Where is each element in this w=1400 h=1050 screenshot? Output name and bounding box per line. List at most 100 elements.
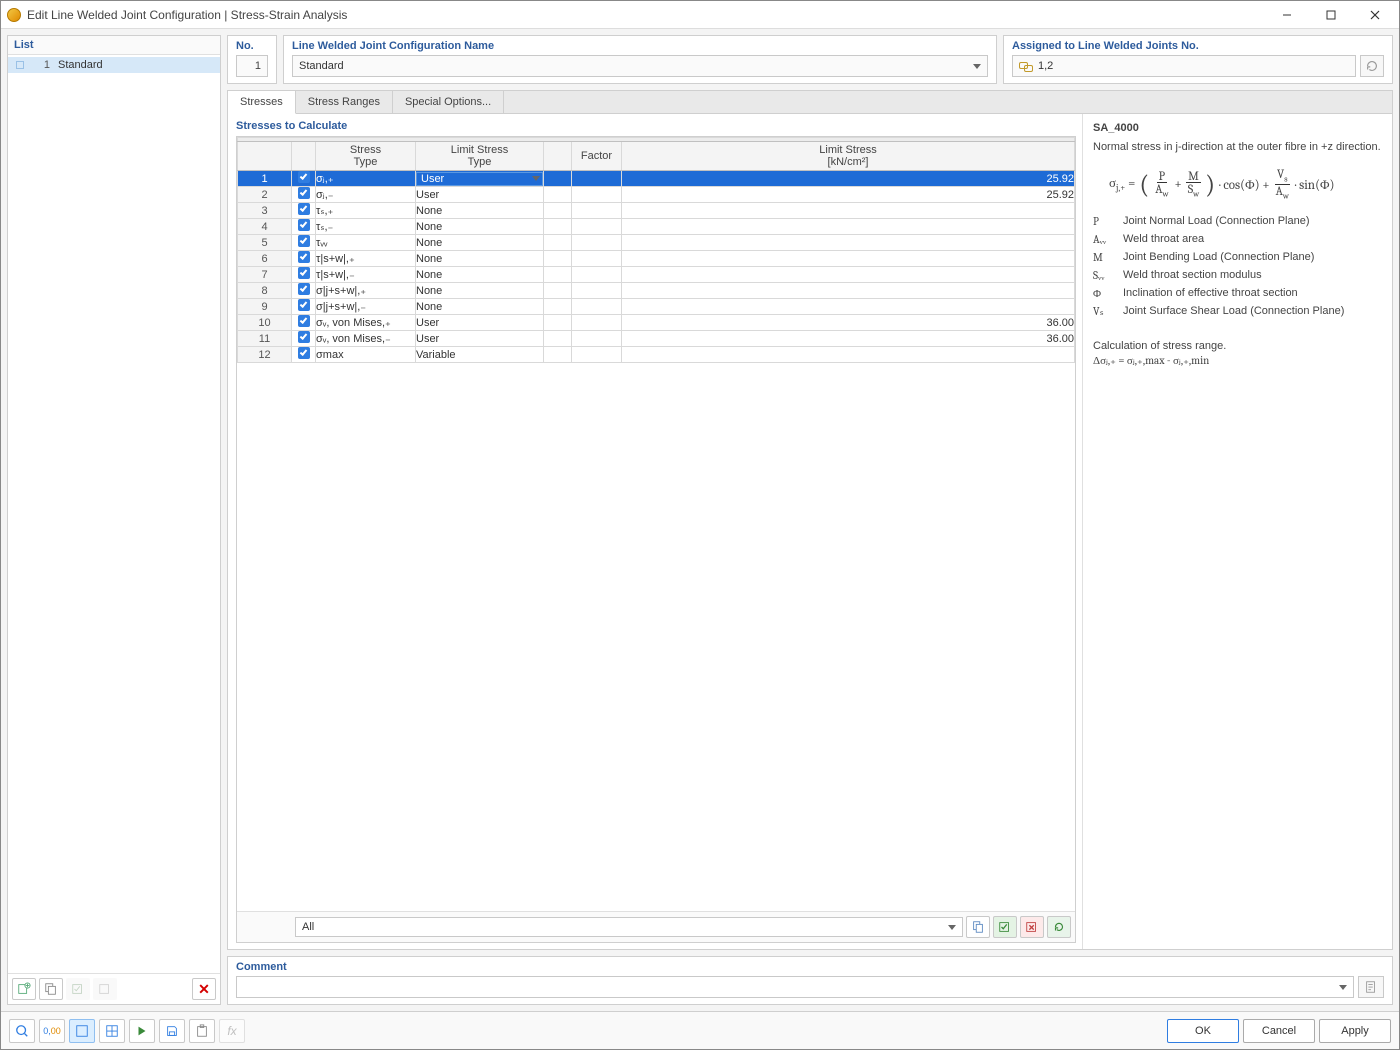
row-check-cell[interactable] <box>292 299 316 315</box>
table-row[interactable]: 3τₛ,₊None <box>238 203 1075 219</box>
delete-config-button[interactable]: ✕ <box>192 978 216 1000</box>
table-row[interactable]: 1σⱼ,₊User25.92 <box>238 171 1075 187</box>
table-row[interactable]: 8σ|j+s+w|,₊None <box>238 283 1075 299</box>
factor-cell[interactable] <box>572 251 622 267</box>
maximize-button[interactable] <box>1309 2 1353 28</box>
comment-edit-button[interactable] <box>1358 976 1384 998</box>
row-check-cell[interactable] <box>292 219 316 235</box>
footer-view2-button[interactable] <box>99 1019 125 1043</box>
factor-cell[interactable] <box>572 203 622 219</box>
factor-cell[interactable] <box>572 171 622 187</box>
stresses-grid[interactable]: Stress Type Limit Stress Type Factor Lim… <box>237 137 1075 911</box>
limit-type-cell[interactable]: None <box>416 267 544 283</box>
footer-help-button[interactable] <box>9 1019 35 1043</box>
limit-stress-cell[interactable] <box>622 299 1075 315</box>
factor-cell[interactable] <box>572 315 622 331</box>
row-check-cell[interactable] <box>292 235 316 251</box>
footer-run-button[interactable] <box>129 1019 155 1043</box>
stress-type-cell[interactable]: τᵥᵥ <box>316 235 416 251</box>
limit-type-cell[interactable]: None <box>416 251 544 267</box>
limit-type-cell[interactable]: None <box>416 203 544 219</box>
stress-type-cell[interactable]: σmax <box>316 347 416 363</box>
limit-stress-cell[interactable] <box>622 283 1075 299</box>
limit-stress-cell[interactable] <box>622 267 1075 283</box>
row-check-cell[interactable] <box>292 267 316 283</box>
row-check-cell[interactable] <box>292 187 316 203</box>
stress-type-cell[interactable]: τₛ,₊ <box>316 203 416 219</box>
stress-type-cell[interactable]: σ|j+s+w|,₋ <box>316 299 416 315</box>
comment-dropdown[interactable] <box>236 976 1354 998</box>
table-row[interactable]: 7τ|s+w|,₋None <box>238 267 1075 283</box>
factor-cell[interactable] <box>572 331 622 347</box>
factor-cell[interactable] <box>572 267 622 283</box>
stress-type-cell[interactable]: τ|s+w|,₋ <box>316 267 416 283</box>
stress-type-cell[interactable]: σᵥ, von Mises,₋ <box>316 331 416 347</box>
row-check-cell[interactable] <box>292 331 316 347</box>
row-check-cell[interactable] <box>292 283 316 299</box>
limit-type-dropdown[interactable]: User <box>416 172 543 186</box>
factor-cell[interactable] <box>572 347 622 363</box>
grid-filter-dropdown[interactable]: All <box>295 917 963 937</box>
footer-clipboard-button[interactable] <box>189 1019 215 1043</box>
limit-type-cell[interactable]: User <box>416 331 544 347</box>
row-check-cell[interactable] <box>292 347 316 363</box>
limit-type-cell[interactable]: User <box>416 315 544 331</box>
table-row[interactable]: 5τᵥᵥNone <box>238 235 1075 251</box>
stress-type-cell[interactable]: σⱼ,₊ <box>316 171 416 187</box>
limit-stress-cell[interactable]: 36.00 <box>622 331 1075 347</box>
factor-cell[interactable] <box>572 283 622 299</box>
footer-view1-button[interactable] <box>69 1019 95 1043</box>
stress-type-cell[interactable]: τₛ,₋ <box>316 219 416 235</box>
limit-type-cell[interactable]: User <box>416 187 544 203</box>
stress-type-cell[interactable]: τ|s+w|,₊ <box>316 251 416 267</box>
grid-reset-button[interactable] <box>1047 916 1071 938</box>
copy-config-button[interactable] <box>39 978 63 1000</box>
number-field[interactable]: 1 <box>236 55 268 77</box>
row-check-cell[interactable] <box>292 315 316 331</box>
check-all-button[interactable] <box>66 978 90 1000</box>
grid-copy-button[interactable] <box>966 916 990 938</box>
tab-stresses[interactable]: Stresses <box>228 91 296 114</box>
tab-special-options[interactable]: Special Options... <box>393 91 504 113</box>
assigned-field[interactable]: 1,2 <box>1012 55 1356 77</box>
footer-save-button[interactable] <box>159 1019 185 1043</box>
apply-button[interactable]: Apply <box>1319 1019 1391 1043</box>
table-row[interactable]: 2σⱼ,₋User25.92 <box>238 187 1075 203</box>
stress-type-cell[interactable]: σⱼ,₋ <box>316 187 416 203</box>
limit-type-cell[interactable]: None <box>416 219 544 235</box>
table-row[interactable]: 12σmaxVariable <box>238 347 1075 363</box>
limit-type-cell[interactable]: Variable <box>416 347 544 363</box>
limit-type-cell[interactable]: None <box>416 283 544 299</box>
limit-stress-cell[interactable]: 25.92 <box>622 171 1075 187</box>
table-row[interactable]: 10σᵥ, von Mises,₊User36.00 <box>238 315 1075 331</box>
row-check-cell[interactable] <box>292 251 316 267</box>
cancel-button[interactable]: Cancel <box>1243 1019 1315 1043</box>
name-dropdown[interactable]: Standard <box>292 55 988 77</box>
config-list-item[interactable]: 1 Standard <box>8 57 220 73</box>
close-button[interactable] <box>1353 2 1397 28</box>
table-row[interactable]: 9σ|j+s+w|,₋None <box>238 299 1075 315</box>
grid-check-all-button[interactable] <box>993 916 1017 938</box>
limit-stress-cell[interactable]: 25.92 <box>622 187 1075 203</box>
factor-cell[interactable] <box>572 235 622 251</box>
limit-stress-cell[interactable] <box>622 219 1075 235</box>
tab-stress-ranges[interactable]: Stress Ranges <box>296 91 393 113</box>
factor-cell[interactable] <box>572 219 622 235</box>
limit-stress-cell[interactable] <box>622 251 1075 267</box>
select-in-model-button[interactable] <box>1360 55 1384 77</box>
limit-stress-cell[interactable]: 36.00 <box>622 315 1075 331</box>
footer-units-button[interactable]: 0,00 <box>39 1019 65 1043</box>
limit-type-cell[interactable]: User <box>416 171 544 187</box>
grid-uncheck-all-button[interactable] <box>1020 916 1044 938</box>
stress-type-cell[interactable]: σᵥ, von Mises,₊ <box>316 315 416 331</box>
limit-stress-cell[interactable] <box>622 347 1075 363</box>
config-list[interactable]: 1 Standard <box>8 55 220 973</box>
table-row[interactable]: 4τₛ,₋None <box>238 219 1075 235</box>
footer-fx-button[interactable]: fx <box>219 1019 245 1043</box>
table-row[interactable]: 11σᵥ, von Mises,₋User36.00 <box>238 331 1075 347</box>
limit-type-cell[interactable]: None <box>416 299 544 315</box>
factor-cell[interactable] <box>572 299 622 315</box>
new-config-button[interactable] <box>12 978 36 1000</box>
limit-stress-cell[interactable] <box>622 203 1075 219</box>
uncheck-all-button[interactable] <box>93 978 117 1000</box>
